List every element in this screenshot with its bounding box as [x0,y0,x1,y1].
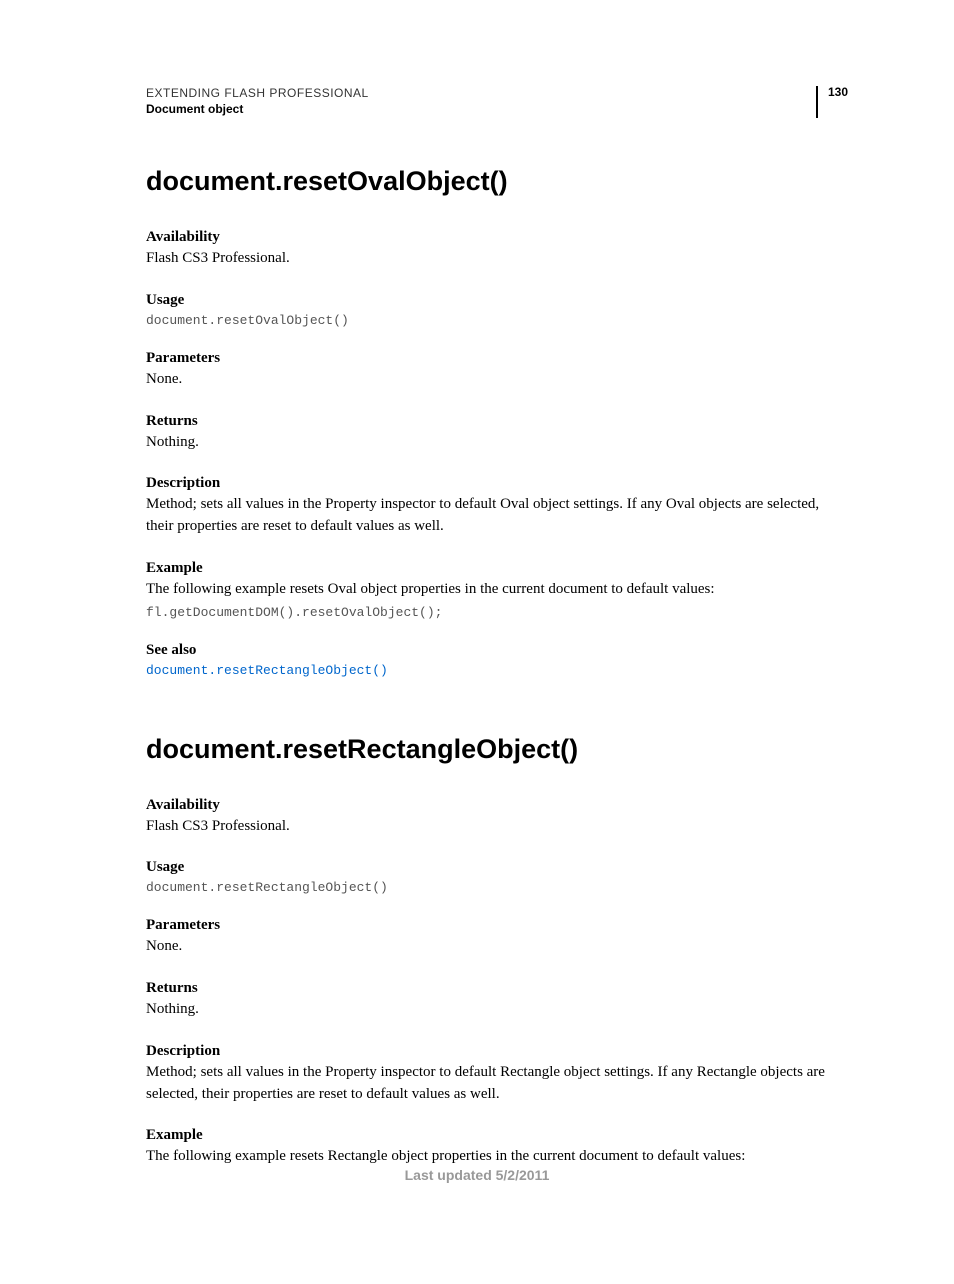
example-text: The following example resets Oval object… [146,579,848,601]
usage-section: Usage document.resetRectangleObject() [146,859,848,895]
parameters-label: Parameters [146,917,848,934]
returns-text: Nothing. [146,432,848,454]
example-label: Example [146,1127,848,1144]
api-entry-reset-rectangle: document.resetRectangleObject() Availabi… [146,734,848,1169]
parameters-label: Parameters [146,350,848,367]
parameters-text: None. [146,936,848,958]
description-text: Method; sets all values in the Property … [146,1062,848,1106]
document-page: EXTENDING FLASH PROFESSIONAL Document ob… [0,0,954,1284]
returns-label: Returns [146,980,848,997]
description-section: Description Method; sets all values in t… [146,475,848,538]
availability-section: Availability Flash CS3 Professional. [146,229,848,270]
page-footer: Last updated 5/2/2011 [0,1167,954,1183]
entry-heading: document.resetOvalObject() [146,166,848,197]
usage-code: document.resetRectangleObject() [146,880,848,895]
example-text: The following example resets Rectangle o… [146,1146,848,1168]
availability-label: Availability [146,797,848,814]
usage-code: document.resetOvalObject() [146,313,848,328]
page-number: 130 [816,86,848,118]
seealso-link[interactable]: document.resetRectangleObject() [146,663,848,678]
last-updated-text: Last updated 5/2/2011 [405,1167,550,1183]
example-label: Example [146,560,848,577]
returns-section: Returns Nothing. [146,980,848,1021]
returns-label: Returns [146,413,848,430]
availability-label: Availability [146,229,848,246]
parameters-section: Parameters None. [146,350,848,391]
seealso-section: See also document.resetRectangleObject() [146,642,848,678]
parameters-section: Parameters None. [146,917,848,958]
api-entry-reset-oval: document.resetOvalObject() Availability … [146,166,848,678]
availability-text: Flash CS3 Professional. [146,816,848,838]
entry-heading: document.resetRectangleObject() [146,734,848,765]
description-label: Description [146,475,848,492]
parameters-text: None. [146,369,848,391]
usage-section: Usage document.resetOvalObject() [146,292,848,328]
availability-section: Availability Flash CS3 Professional. [146,797,848,838]
description-section: Description Method; sets all values in t… [146,1043,848,1106]
header-doc-title: EXTENDING FLASH PROFESSIONAL [146,86,369,100]
returns-section: Returns Nothing. [146,413,848,454]
usage-label: Usage [146,292,848,309]
page-header: EXTENDING FLASH PROFESSIONAL Document ob… [146,86,848,118]
header-left: EXTENDING FLASH PROFESSIONAL Document ob… [146,86,369,116]
returns-text: Nothing. [146,999,848,1021]
example-section: Example The following example resets Rec… [146,1127,848,1168]
usage-label: Usage [146,859,848,876]
seealso-label: See also [146,642,848,659]
description-text: Method; sets all values in the Property … [146,494,848,538]
description-label: Description [146,1043,848,1060]
availability-text: Flash CS3 Professional. [146,248,848,270]
example-section: Example The following example resets Ova… [146,560,848,620]
example-code: fl.getDocumentDOM().resetOvalObject(); [146,605,848,620]
header-section-title: Document object [146,102,369,116]
